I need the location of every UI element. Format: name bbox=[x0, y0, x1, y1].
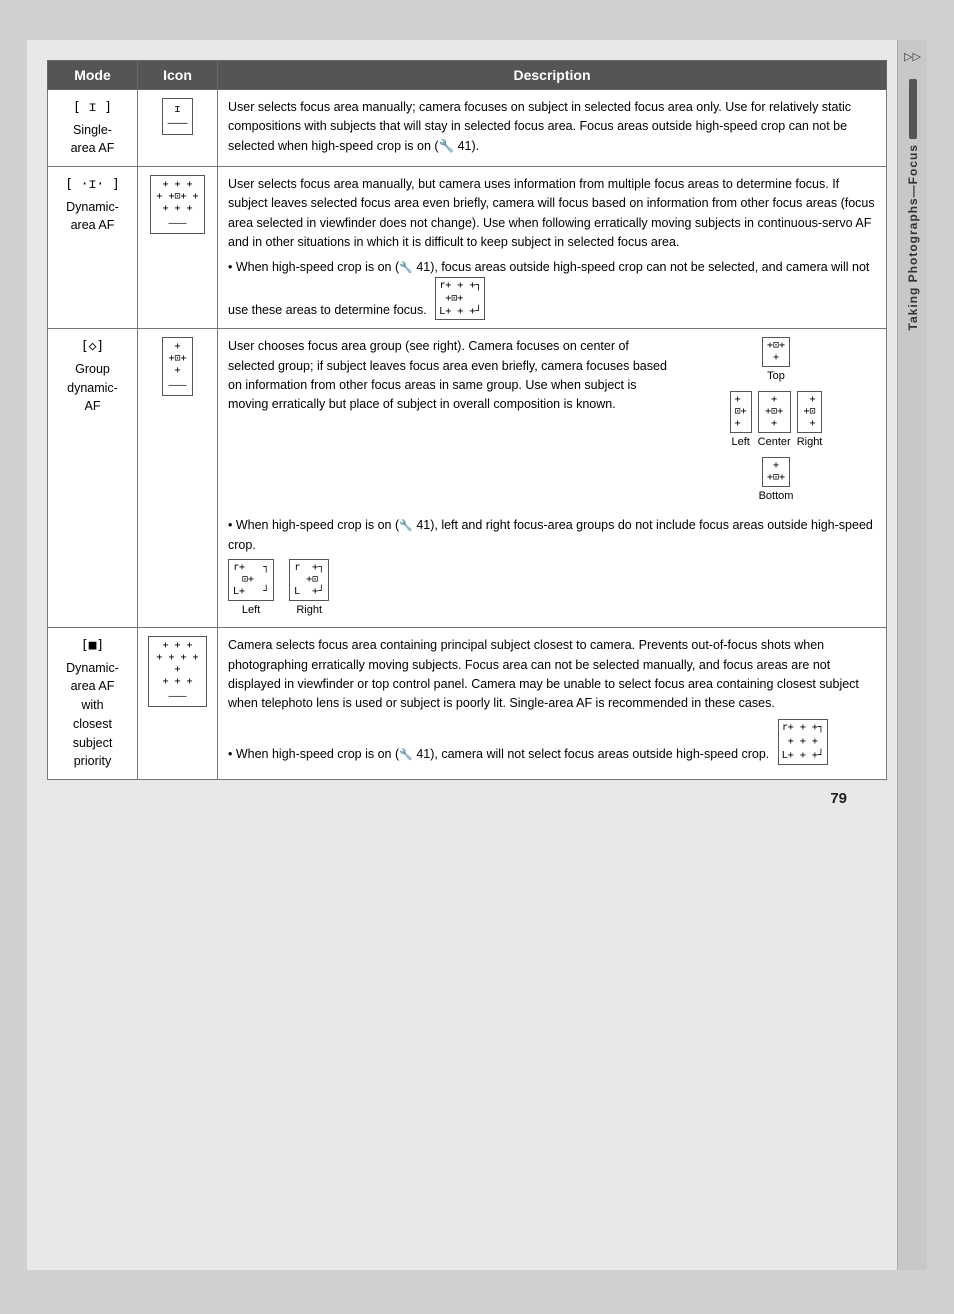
diagram-bottom: + +⊡+ Bottom bbox=[676, 457, 876, 505]
desc-cell-closest: Camera selects focus area containing pri… bbox=[218, 628, 887, 780]
mode-symbol: [◇] bbox=[58, 337, 127, 357]
diagram-top: +⊡+ + Top bbox=[676, 337, 876, 385]
mode-cell-dynamic-af: [ ·ɪ· ] Dynamic-area AF bbox=[48, 167, 138, 329]
note-right-box: r +┐ +⊡L +┘ Right bbox=[289, 559, 329, 619]
side-tab-text: Taking Photographs—Focus bbox=[906, 144, 920, 330]
desc-note-group: • When high-speed crop is on (🔧 41), lef… bbox=[228, 516, 876, 619]
mode-label: Single-area AF bbox=[71, 123, 115, 156]
desc-cell-single-af: User selects focus area manually; camera… bbox=[218, 90, 887, 167]
icon-box: + +⊡+ + ——— bbox=[162, 337, 192, 396]
header-description: Description bbox=[218, 61, 887, 90]
diagram-left-label: Left bbox=[730, 434, 752, 451]
table-row: [◇] Groupdynamic-AF + +⊡+ + ——— User cho… bbox=[48, 329, 887, 628]
main-content: Mode Icon Description [ ɪ ] Single-area … bbox=[27, 40, 897, 1270]
icon-cell-closest: + + ++ + + + ++ + + ——— bbox=[138, 628, 218, 780]
page-number: 79 bbox=[47, 780, 887, 807]
desc-split: User chooses focus area group (see right… bbox=[228, 337, 876, 511]
diagram-bottom-label: Bottom bbox=[676, 488, 876, 505]
desc-right-diagrams: +⊡+ + Top + ⊡++ bbox=[676, 337, 876, 511]
table-row: [ ·ɪ· ] Dynamic-area AF + + ++ +⊡+ ++ + … bbox=[48, 167, 887, 329]
desc-note: • When high-speed crop is on (🔧 41), foc… bbox=[228, 258, 876, 321]
header-mode: Mode bbox=[48, 61, 138, 90]
icon-box: + + ++ +⊡+ ++ + + ——— bbox=[150, 175, 204, 234]
side-tab-bar bbox=[909, 79, 917, 139]
mode-cell-closest: [■] Dynamic-area AFwithclosestsubjectpri… bbox=[48, 628, 138, 780]
diagram-middle-row: + ⊡++ Left + +⊡+ + Center bbox=[676, 391, 876, 451]
note-right-label: Right bbox=[289, 602, 329, 619]
mode-symbol: [■] bbox=[58, 636, 127, 656]
icon-box: + + ++ + + + ++ + + ——— bbox=[148, 636, 207, 707]
desc-text: User selects focus area manually; camera… bbox=[228, 100, 851, 153]
desc-left: User chooses focus area group (see right… bbox=[228, 337, 668, 511]
icon-cell-group-af: + +⊡+ + ——— bbox=[138, 329, 218, 628]
diagram-right: ++⊡ + Right bbox=[797, 391, 823, 451]
header-icon: Icon bbox=[138, 61, 218, 90]
diagram-right-label: Right bbox=[797, 434, 823, 451]
mode-label: Dynamic-area AFwithclosestsubjectpriorit… bbox=[66, 661, 119, 769]
side-tab: ▷▷ Taking Photographs—Focus bbox=[897, 40, 927, 1270]
icon-cell-dynamic-af: + + ++ +⊡+ ++ + + ——— bbox=[138, 167, 218, 329]
mode-symbol: [ ·ɪ· ] bbox=[58, 175, 127, 195]
desc-cell-group-af: User chooses focus area group (see right… bbox=[218, 329, 887, 628]
icon-box: ɪ ——— bbox=[162, 98, 194, 135]
diagram-left: + ⊡++ Left bbox=[730, 391, 752, 451]
diagram-center: + +⊡+ + Center bbox=[758, 391, 791, 451]
mode-symbol: [ ɪ ] bbox=[58, 98, 127, 118]
mode-cell-single-af: [ ɪ ] Single-area AF bbox=[48, 90, 138, 167]
note-left-box: r+ ┐⊡+ L+ ┘ Left bbox=[228, 559, 274, 619]
desc-text: Camera selects focus area containing pri… bbox=[228, 638, 859, 710]
mode-label: Dynamic-area AF bbox=[66, 200, 119, 233]
desc-note-closest: • When high-speed crop is on (🔧 41), cam… bbox=[228, 719, 876, 765]
icon-cell-single-af: ɪ ——— bbox=[138, 90, 218, 167]
diagram-center-label: Center bbox=[758, 434, 791, 451]
side-tab-icon: ▷▷ bbox=[904, 50, 921, 63]
small-note-boxes: r+ ┐⊡+ L+ ┘ Left r +┐ +⊡L +┘ Right bbox=[228, 559, 876, 619]
diagram-top-label: Top bbox=[676, 368, 876, 385]
desc-text-main: User selects focus area manually, but ca… bbox=[228, 177, 875, 249]
mode-cell-group-af: [◇] Groupdynamic-AF bbox=[48, 329, 138, 628]
note-icon-box-closest: r+ + +┐ + + +L+ + +┘ bbox=[778, 719, 828, 765]
table-row: [ ɪ ] Single-area AF ɪ ——— User selects … bbox=[48, 90, 887, 167]
desc-text-left: User chooses focus area group (see right… bbox=[228, 339, 667, 411]
main-table: Mode Icon Description [ ɪ ] Single-area … bbox=[47, 60, 887, 780]
note-icon-box: r+ + +┐ +⊡+L+ + +┘ bbox=[435, 277, 485, 320]
mode-label: Groupdynamic-AF bbox=[67, 362, 118, 414]
table-row: [■] Dynamic-area AFwithclosestsubjectpri… bbox=[48, 628, 887, 780]
note-left-label: Left bbox=[228, 602, 274, 619]
page-wrapper: Mode Icon Description [ ɪ ] Single-area … bbox=[27, 40, 927, 1270]
desc-cell-dynamic-af: User selects focus area manually, but ca… bbox=[218, 167, 887, 329]
